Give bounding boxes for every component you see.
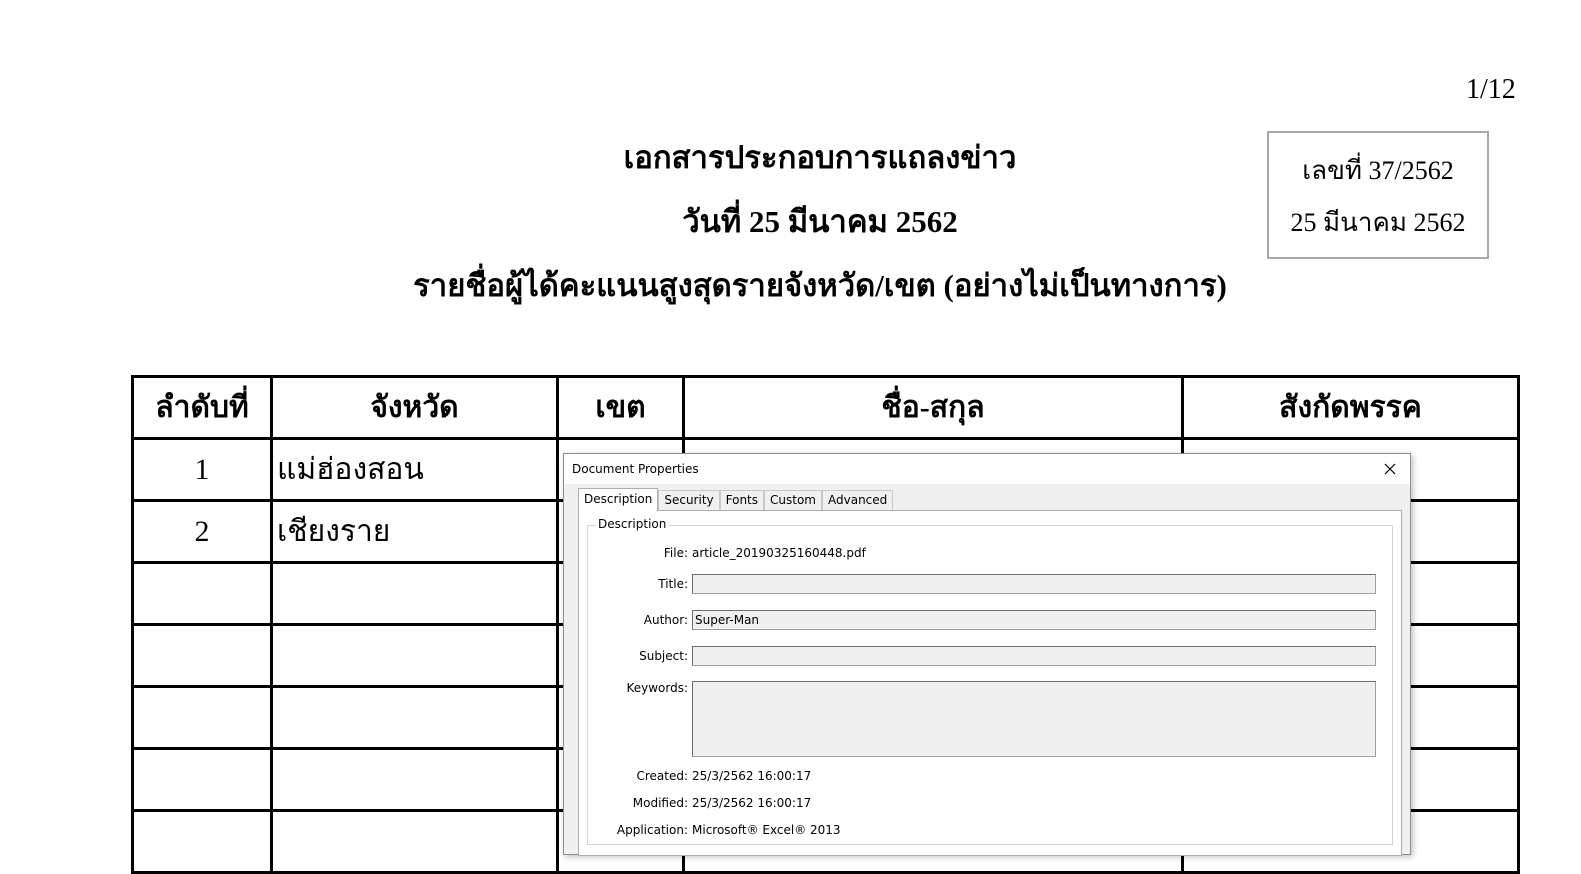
tab-fonts[interactable]: Fonts [719,490,765,510]
cell-order: 1 [131,437,273,502]
page-number: 1/12 [1466,74,1516,105]
title-field[interactable] [692,574,1376,594]
subject-label: Subject: [639,649,688,663]
title-label: Title: [658,577,688,591]
file-label: File: [663,546,688,560]
heading-list-title: รายชื่อผู้ได้คะแนนสูงสุดรายจังหวัด/เขต (… [413,268,1227,303]
heading-press-document: เอกสารประกอบการแถลงข่าว [623,140,1017,175]
header-order: ลำดับที่ [131,375,273,440]
subject-field[interactable] [692,646,1376,666]
author-field[interactable]: Super-Man [692,610,1376,630]
description-panel: Description File: article_20190325160448… [578,510,1402,856]
dialog-title: Document Properties [572,462,699,476]
cell-order [131,685,273,750]
header-province: จังหวัด [270,375,559,440]
heading-date: วันที่ 25 มีนาคม 2562 [682,204,958,239]
file-value: article_20190325160448.pdf [692,546,866,560]
dialog-tabs: Description Security Fonts Custom Advanc… [578,488,894,511]
tab-description[interactable]: Description [578,488,659,511]
tab-advanced[interactable]: Advanced [822,490,894,510]
cell-province [270,561,559,626]
document-properties-dialog: Document Properties Description Security… [563,453,1411,856]
tab-security[interactable]: Security [658,490,720,510]
close-icon[interactable] [1378,457,1402,481]
cell-order: 2 [131,499,273,564]
header-party: สังกัดพรรค [1181,375,1520,440]
cell-order [131,809,273,874]
modified-label: Modified: [632,796,688,810]
dialog-titlebar[interactable]: Document Properties [564,454,1410,484]
description-group: Description File: article_20190325160448… [587,517,1393,845]
cell-province [270,747,559,812]
cell-order [131,623,273,688]
cell-order [131,561,273,626]
cell-order [131,747,273,812]
cell-province [270,809,559,874]
tab-custom[interactable]: Custom [764,490,822,510]
header-district: เขต [556,375,685,440]
cell-province [270,623,559,688]
keywords-field[interactable] [692,681,1376,757]
application-label: Application: [616,823,688,837]
cell-province [270,685,559,750]
keywords-label: Keywords: [626,681,688,695]
modified-value: 25/3/2562 16:00:17 [692,796,812,810]
group-label: Description [596,517,669,531]
created-value: 25/3/2562 16:00:17 [692,769,812,783]
cell-province: เชียงราย [270,499,559,564]
header-name: ชื่อ-สกุล [682,375,1184,440]
cell-province: แม่ฮ่องสอน [270,437,559,502]
author-label: Author: [643,613,688,627]
application-value: Microsoft® Excel® 2013 [692,823,841,837]
table-header-row: ลำดับที่ จังหวัด เขต ชื่อ-สกุล สังกัดพรร… [131,375,1520,440]
created-label: Created: [636,769,688,783]
